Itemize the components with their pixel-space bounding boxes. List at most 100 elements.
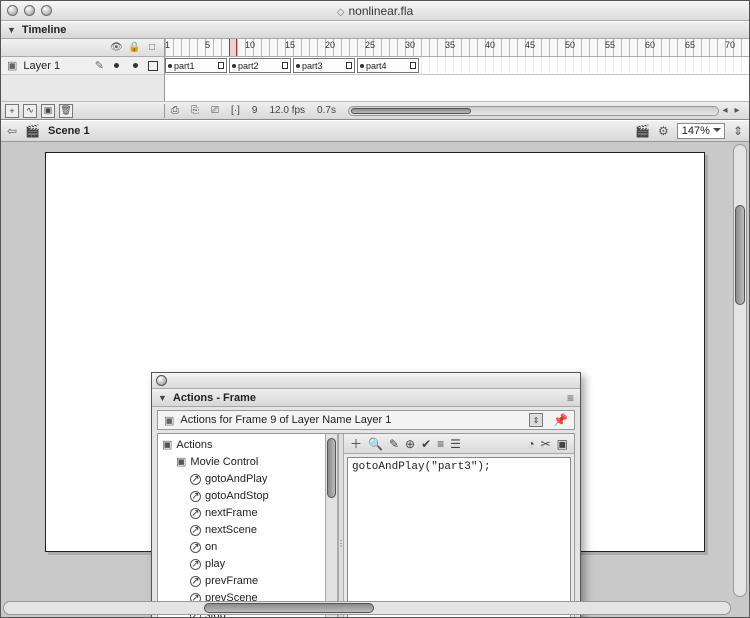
tree-root[interactable]: ▣ Actions (162, 437, 333, 454)
insert-motion-guide-button[interactable]: ∿ (23, 104, 37, 118)
onion-skin-icon[interactable]: ⎙ (171, 105, 179, 116)
lock-icon[interactable]: 🔒 (128, 42, 140, 53)
chevron-updown-icon[interactable]: ⇕ (529, 413, 543, 427)
insert-target-path-icon[interactable]: ⊕ (405, 437, 415, 451)
add-action-icon[interactable]: ＋ (350, 435, 362, 452)
edit-multiple-frames-icon[interactable]: ⎚ (211, 105, 219, 116)
ruler-num: 15 (285, 40, 325, 50)
tree-item[interactable]: ↗on (162, 539, 333, 556)
tree-item[interactable]: ↗prevFrame (162, 573, 333, 590)
auto-format-icon[interactable]: ≡ (437, 437, 444, 451)
close-icon[interactable] (156, 375, 167, 386)
onion-skin-outlines-icon[interactable]: ⎘ (191, 105, 199, 116)
actions-panel-title: Actions - Frame (173, 392, 256, 404)
actions-body: ▣ Actions ▣ Movie Control ↗gotoAndPlay ↗… (157, 433, 575, 617)
action-icon: ↗ (190, 559, 201, 570)
actions-panel-titlebar[interactable] (152, 373, 580, 389)
code-toolbar: ＋ 🔍 ✎ ⊕ ✔ ≡ ☰ ◔ ✂ ▣ (344, 434, 574, 454)
insert-folder-button[interactable]: ▣ (41, 104, 55, 118)
zoom-dropdown[interactable]: 147% (677, 123, 725, 139)
stage-horizontal-scrollbar[interactable] (3, 601, 731, 615)
span-label: part1 (174, 61, 195, 71)
timeline-ruler[interactable]: 1 5 10 15 20 25 30 35 40 45 50 55 60 65 (165, 39, 749, 57)
scene-icon: 🎬 (25, 124, 40, 138)
tree-item[interactable]: ↗nextFrame (162, 505, 333, 522)
back-arrow-icon[interactable]: ⇦ (7, 124, 17, 138)
tree-label: nextScene (205, 522, 257, 539)
scene-name[interactable]: Scene 1 (48, 125, 90, 137)
ruler-num: 10 (245, 40, 285, 50)
tree-label: Actions (176, 437, 212, 454)
layer-row[interactable]: ▣ Layer 1 ✎ (1, 57, 164, 75)
outline-color-icon[interactable] (148, 61, 158, 71)
code-editor[interactable]: gotoAndPlay("part3"); (347, 457, 571, 617)
code-pane: ＋ 🔍 ✎ ⊕ ✔ ≡ ☰ ◔ ✂ ▣ gotoAndPlay("part3")… (344, 434, 574, 617)
delete-layer-button[interactable]: 🗑 (59, 104, 73, 118)
tree-item[interactable]: ↗play (162, 556, 333, 573)
timeline-frames: 1 5 10 15 20 25 30 35 40 45 50 55 60 65 (165, 39, 749, 101)
timeline-panel: 👁 🔒 □ ▣ Layer 1 ✎ 1 (1, 39, 749, 120)
scrollbar-track[interactable] (348, 106, 719, 116)
span-label: part2 (238, 61, 259, 71)
ruler-numbers: 1 5 10 15 20 25 30 35 40 45 50 55 60 65 (165, 40, 749, 50)
current-frame: 9 (252, 105, 258, 116)
scrollbar-thumb[interactable] (327, 438, 336, 498)
actions-tree[interactable]: ▣ Actions ▣ Movie Control ↗gotoAndPlay ↗… (158, 434, 337, 617)
scrollbar-thumb[interactable] (204, 603, 374, 613)
find-icon[interactable]: 🔍 (368, 437, 383, 451)
reference-icon[interactable]: ◔ (527, 437, 534, 451)
panel-options-icon[interactable]: ≡ (567, 391, 574, 405)
tree-group[interactable]: ▣ Movie Control (162, 454, 333, 471)
modify-onion-markers-icon[interactable]: [·] (231, 105, 240, 116)
stage-vertical-scrollbar[interactable] (733, 144, 747, 597)
tree-vertical-scrollbar[interactable] (325, 434, 337, 617)
insert-layer-button[interactable]: + (5, 104, 19, 118)
replace-icon[interactable]: ✎ (389, 437, 399, 451)
playhead-icon[interactable] (229, 39, 237, 56)
frame-span[interactable]: part4 (357, 58, 419, 73)
view-options-icon[interactable]: ▣ (557, 437, 568, 451)
ruler-num: 65 (685, 40, 725, 50)
actions-panel-header[interactable]: ▼ Actions - Frame ≡ (152, 389, 580, 407)
tree-item[interactable]: ↗gotoAndPlay (162, 471, 333, 488)
frame-selector-dropdown[interactable]: ▣ Actions for Frame 9 of Layer Name Laye… (157, 410, 575, 430)
visibility-dot-icon[interactable] (114, 63, 119, 68)
disclosure-triangle-icon[interactable]: ▼ (158, 393, 167, 403)
window-titlebar[interactable]: nonlinear.fla (1, 1, 749, 21)
zoom-stepper-icon[interactable]: ⇕ (733, 124, 743, 138)
check-syntax-icon[interactable]: ✔ (421, 437, 431, 451)
edit-scene-icon[interactable]: 🎬 (635, 124, 650, 138)
lock-dot-icon[interactable] (133, 63, 138, 68)
show-code-hint-icon[interactable]: ☰ (450, 437, 461, 451)
frame-span[interactable]: part3 (293, 58, 355, 73)
ruler-num: 5 (205, 40, 245, 50)
tree-label: gotoAndStop (205, 488, 269, 505)
scroll-right-icon[interactable]: ▸ (731, 105, 743, 116)
timeline-horizontal-scrollbar[interactable]: ◂ ▸ (348, 105, 743, 117)
disclosure-triangle-icon[interactable]: ▼ (7, 25, 16, 35)
window-title: nonlinear.fla (1, 4, 749, 18)
outline-icon[interactable]: □ (146, 42, 158, 53)
tree-item[interactable]: ↗nextScene (162, 522, 333, 539)
actions-tree-pane: ▣ Actions ▣ Movie Control ↗gotoAndPlay ↗… (158, 434, 338, 617)
pencil-icon: ✎ (95, 59, 104, 72)
eye-icon[interactable]: 👁 (110, 42, 122, 53)
frame-span[interactable]: part1 (165, 58, 227, 73)
scrollbar-thumb[interactable] (735, 205, 745, 305)
frame-track[interactable]: part1 part2 part3 part4 (165, 57, 749, 75)
ruler-num: 55 (605, 40, 645, 50)
timeline-panel-label: Timeline (22, 24, 66, 36)
frame-rate: 12.0 fps (269, 105, 305, 116)
actions-panel[interactable]: ▼ Actions - Frame ≡ ▣ Actions for Frame … (151, 372, 581, 617)
timeline-panel-header[interactable]: ▼ Timeline (1, 21, 749, 39)
tree-label: on (205, 539, 217, 556)
frame-span[interactable]: part2 (229, 58, 291, 73)
debug-options-icon[interactable]: ✂ (541, 437, 551, 451)
pin-icon[interactable]: 📌 (553, 413, 568, 427)
scroll-left-icon[interactable]: ◂ (719, 105, 731, 116)
tree-item[interactable]: ↗gotoAndStop (162, 488, 333, 505)
tree-label: Movie Control (190, 454, 258, 471)
scrollbar-thumb[interactable] (351, 108, 471, 114)
edit-symbols-icon[interactable]: ⚙ (658, 124, 669, 138)
ruler-num: 70 (725, 40, 749, 50)
